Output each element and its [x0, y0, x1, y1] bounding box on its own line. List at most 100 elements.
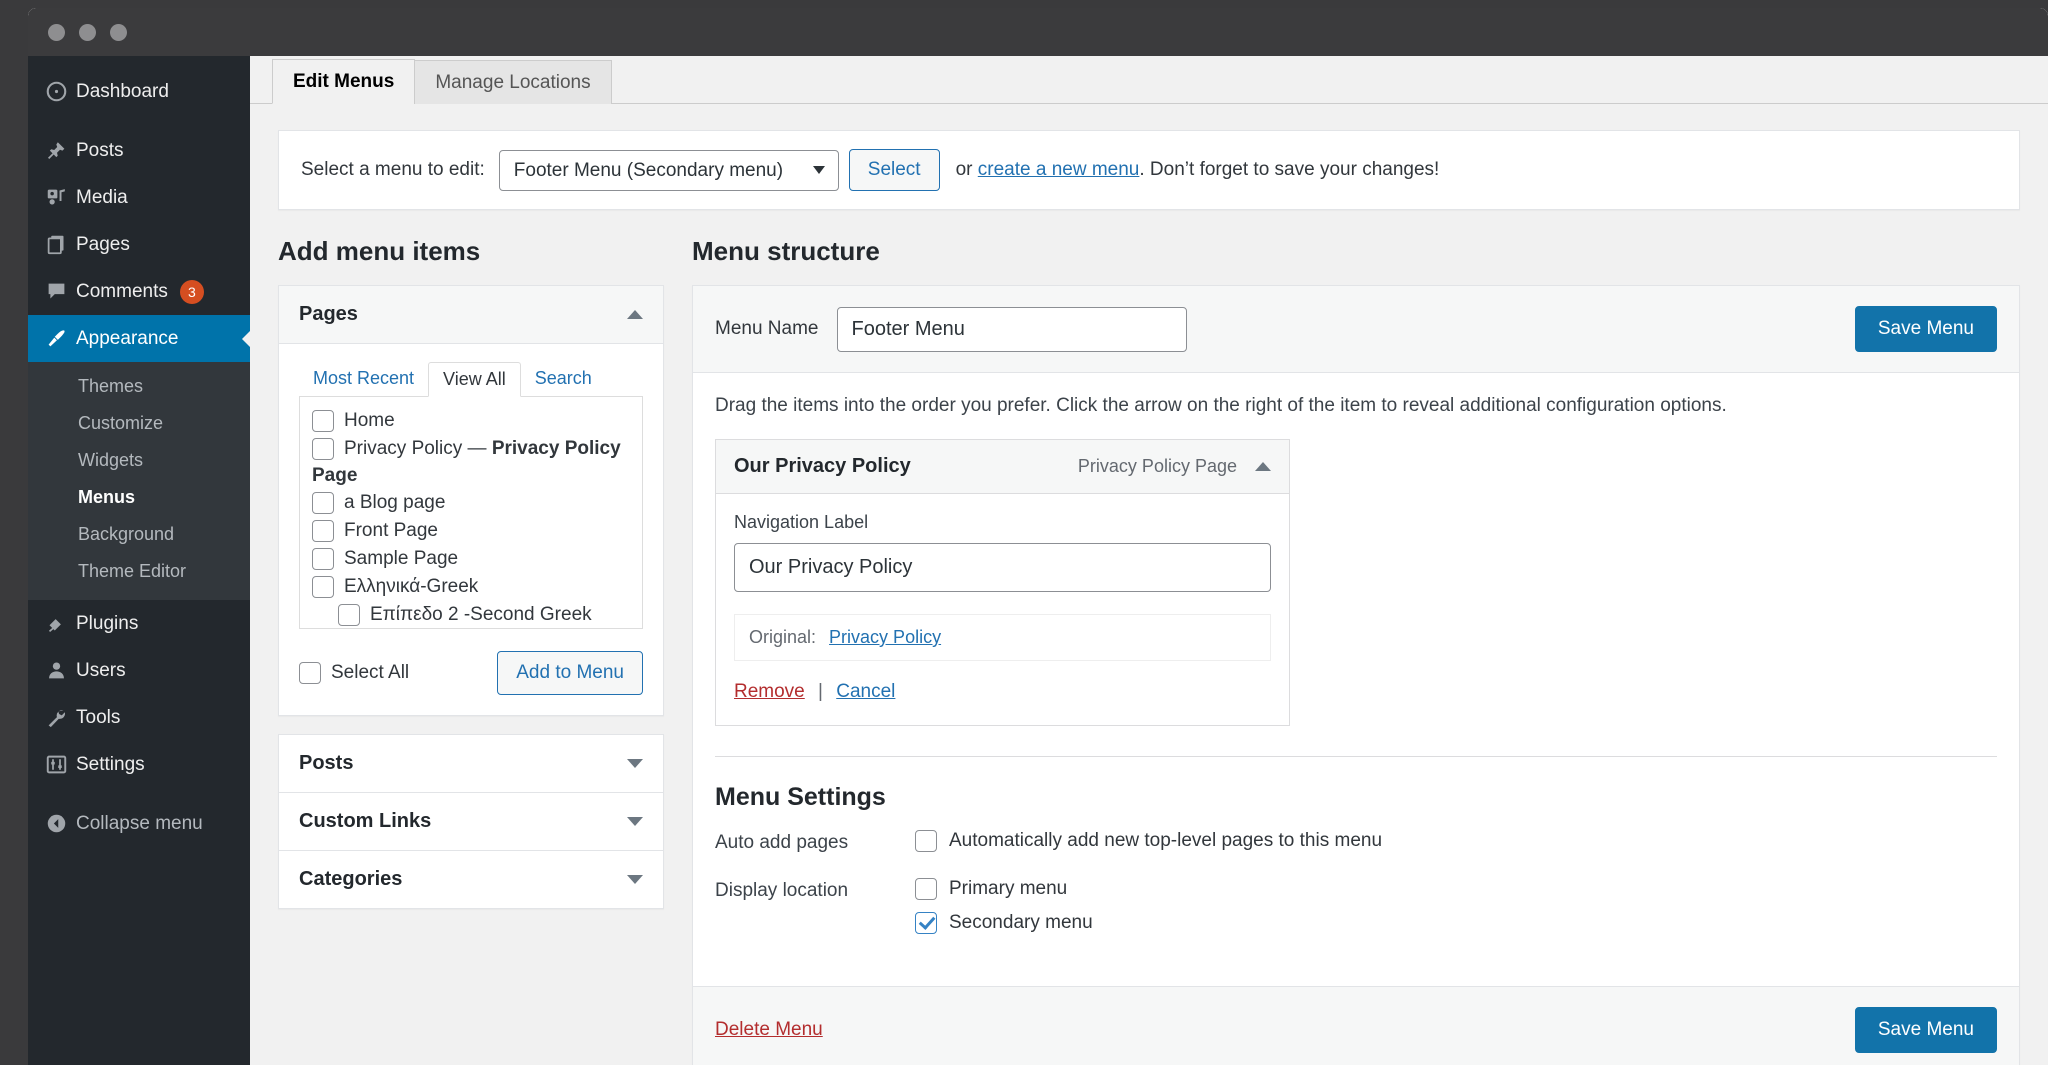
page-checkbox[interactable] [338, 604, 360, 626]
auto-add-pages-checkbox[interactable] [915, 830, 937, 852]
chevron-down-icon[interactable] [627, 817, 643, 826]
page-label: a Blog page [344, 492, 445, 514]
categories-panel-header[interactable]: Categories [279, 851, 663, 908]
window-maximize-button[interactable] [110, 24, 127, 41]
page-checkbox[interactable] [312, 492, 334, 514]
sidebar-item-collapse-menu[interactable]: Collapse menu [28, 800, 250, 847]
menu-settings-heading: Menu Settings [715, 783, 1997, 812]
sidebar-subitem-menus[interactable]: Menus [28, 479, 250, 516]
sidebar-item-label: Comments [76, 281, 168, 303]
list-item[interactable]: a Blog page [312, 489, 630, 517]
sidebar-item-appearance[interactable]: Appearance [28, 315, 250, 362]
save-menu-button-bottom[interactable]: Save Menu [1855, 1007, 1997, 1053]
sidebar-subitem-theme-editor[interactable]: Theme Editor [28, 553, 250, 590]
window-minimize-button[interactable] [79, 24, 96, 41]
select-all-checkbox[interactable] [299, 662, 321, 684]
chevron-up-icon[interactable] [1255, 462, 1271, 471]
list-item[interactable]: Home [312, 407, 630, 435]
secondary-menu-option[interactable]: Secondary menu [915, 912, 1093, 934]
sidebar-item-settings[interactable]: Settings [28, 741, 250, 788]
sidebar-item-dashboard[interactable]: Dashboard [28, 68, 250, 115]
sidebar-subitem-themes[interactable]: Themes [28, 368, 250, 405]
subtab-search[interactable]: Search [521, 362, 606, 396]
custom-links-panel-header[interactable]: Custom Links [279, 793, 663, 851]
original-page-link[interactable]: Privacy Policy [829, 627, 941, 647]
or-text: or [956, 159, 973, 180]
subtab-most-recent[interactable]: Most Recent [299, 362, 428, 396]
window-titlebar [28, 8, 2048, 56]
navigation-label-label: Navigation Label [734, 512, 1271, 533]
sidebar-item-media[interactable]: Media [28, 174, 250, 221]
navigation-label-input[interactable] [734, 543, 1271, 592]
subtab-view-all[interactable]: View All [428, 362, 521, 397]
sidebar-item-pages[interactable]: Pages [28, 221, 250, 268]
posts-panel-header[interactable]: Posts [279, 735, 663, 793]
delete-menu-link[interactable]: Delete Menu [715, 1019, 823, 1041]
chevron-up-icon[interactable] [627, 310, 643, 319]
menu-item-title: Our Privacy Policy [734, 455, 911, 478]
pages-panel-header[interactable]: Pages [279, 286, 663, 344]
menu-name-input[interactable] [837, 307, 1187, 352]
sidebar-item-label: Collapse menu [76, 813, 203, 835]
add-to-menu-button[interactable]: Add to Menu [497, 651, 643, 695]
browser-window: Dashboard Posts Media Pages [28, 8, 2048, 1065]
display-location-row: Display location Primary menu [715, 878, 1997, 946]
sidebar-item-comments[interactable]: Comments 3 [28, 268, 250, 315]
sidebar-subitem-background[interactable]: Background [28, 516, 250, 553]
create-new-menu-link[interactable]: create a new menu [978, 159, 1140, 180]
display-location-options: Primary menu Secondary menu [915, 878, 1093, 946]
pin-icon [46, 140, 76, 161]
sidebar-item-label: Users [76, 660, 126, 682]
sidebar-item-users[interactable]: Users [28, 647, 250, 694]
page-checkbox[interactable] [312, 438, 334, 460]
sidebar-subitem-widgets[interactable]: Widgets [28, 442, 250, 479]
select-all-control[interactable]: Select All [299, 662, 409, 684]
menu-select-wrapper: Footer Menu (Secondary menu) [499, 150, 839, 191]
list-item[interactable]: Sample Page [312, 545, 630, 573]
page-checkbox[interactable] [312, 548, 334, 570]
page-checkbox[interactable] [312, 520, 334, 542]
menu-select-dropdown[interactable]: Footer Menu (Secondary menu) [499, 150, 839, 191]
menu-item-header[interactable]: Our Privacy Policy Privacy Policy Page [716, 440, 1289, 494]
sidebar-item-posts[interactable]: Posts [28, 127, 250, 174]
primary-menu-option[interactable]: Primary menu [915, 878, 1093, 900]
page-label-text: Privacy Policy — [344, 438, 492, 459]
add-menu-items-column: Add menu items Pages Most Recent View Al… [278, 236, 664, 1065]
list-item[interactable]: Επίπεδο 2 -Second Greek [312, 601, 630, 629]
page-checkbox[interactable] [312, 576, 334, 598]
list-item[interactable]: Ελληνικά-Greek [312, 573, 630, 601]
page-label: Front Page [344, 520, 438, 542]
sidebar-item-label: Tools [76, 707, 120, 729]
sidebar-item-label: Pages [76, 234, 130, 256]
brush-icon [46, 328, 76, 349]
tab-manage-locations[interactable]: Manage Locations [414, 60, 611, 104]
save-reminder-text: . Don’t forget to save your changes! [1139, 159, 1439, 180]
secondary-menu-checkbox[interactable] [915, 912, 937, 934]
primary-menu-label: Primary menu [949, 878, 1067, 900]
select-button[interactable]: Select [849, 149, 940, 191]
window-close-button[interactable] [48, 24, 65, 41]
chevron-down-icon[interactable] [627, 759, 643, 768]
remove-link[interactable]: Remove [734, 681, 805, 702]
auto-add-pages-option[interactable]: Automatically add new top-level pages to… [915, 830, 1382, 852]
list-item[interactable]: Privacy Policy — Privacy Policy [312, 435, 630, 463]
page-tabs: Edit Menus Manage Locations [250, 56, 2048, 104]
pages-icon [46, 234, 76, 255]
select-bar-tail: or create a new menu. Don’t forget to sa… [956, 159, 1440, 181]
drag-hint-text: Drag the items into the order you prefer… [715, 395, 1997, 417]
sidebar-item-tools[interactable]: Tools [28, 694, 250, 741]
list-item[interactable]: Front Page [312, 517, 630, 545]
save-menu-button-top[interactable]: Save Menu [1855, 306, 1997, 352]
sidebar-item-plugins[interactable]: Plugins [28, 600, 250, 647]
sidebar-subitem-customize[interactable]: Customize [28, 405, 250, 442]
chevron-down-icon[interactable] [627, 875, 643, 884]
menu-item-card[interactable]: Our Privacy Policy Privacy Policy Page N… [715, 439, 1290, 726]
primary-menu-checkbox[interactable] [915, 878, 937, 900]
pages-checkbox-list[interactable]: Home Privacy Policy — Privacy Policy Pag… [299, 397, 643, 629]
original-label: Original: [749, 627, 816, 647]
cancel-link[interactable]: Cancel [836, 681, 895, 702]
page-label: Sample Page [344, 548, 458, 570]
tab-edit-menus[interactable]: Edit Menus [272, 59, 415, 104]
page-checkbox[interactable] [312, 410, 334, 432]
menu-item-type-label: Privacy Policy Page [1078, 456, 1237, 477]
